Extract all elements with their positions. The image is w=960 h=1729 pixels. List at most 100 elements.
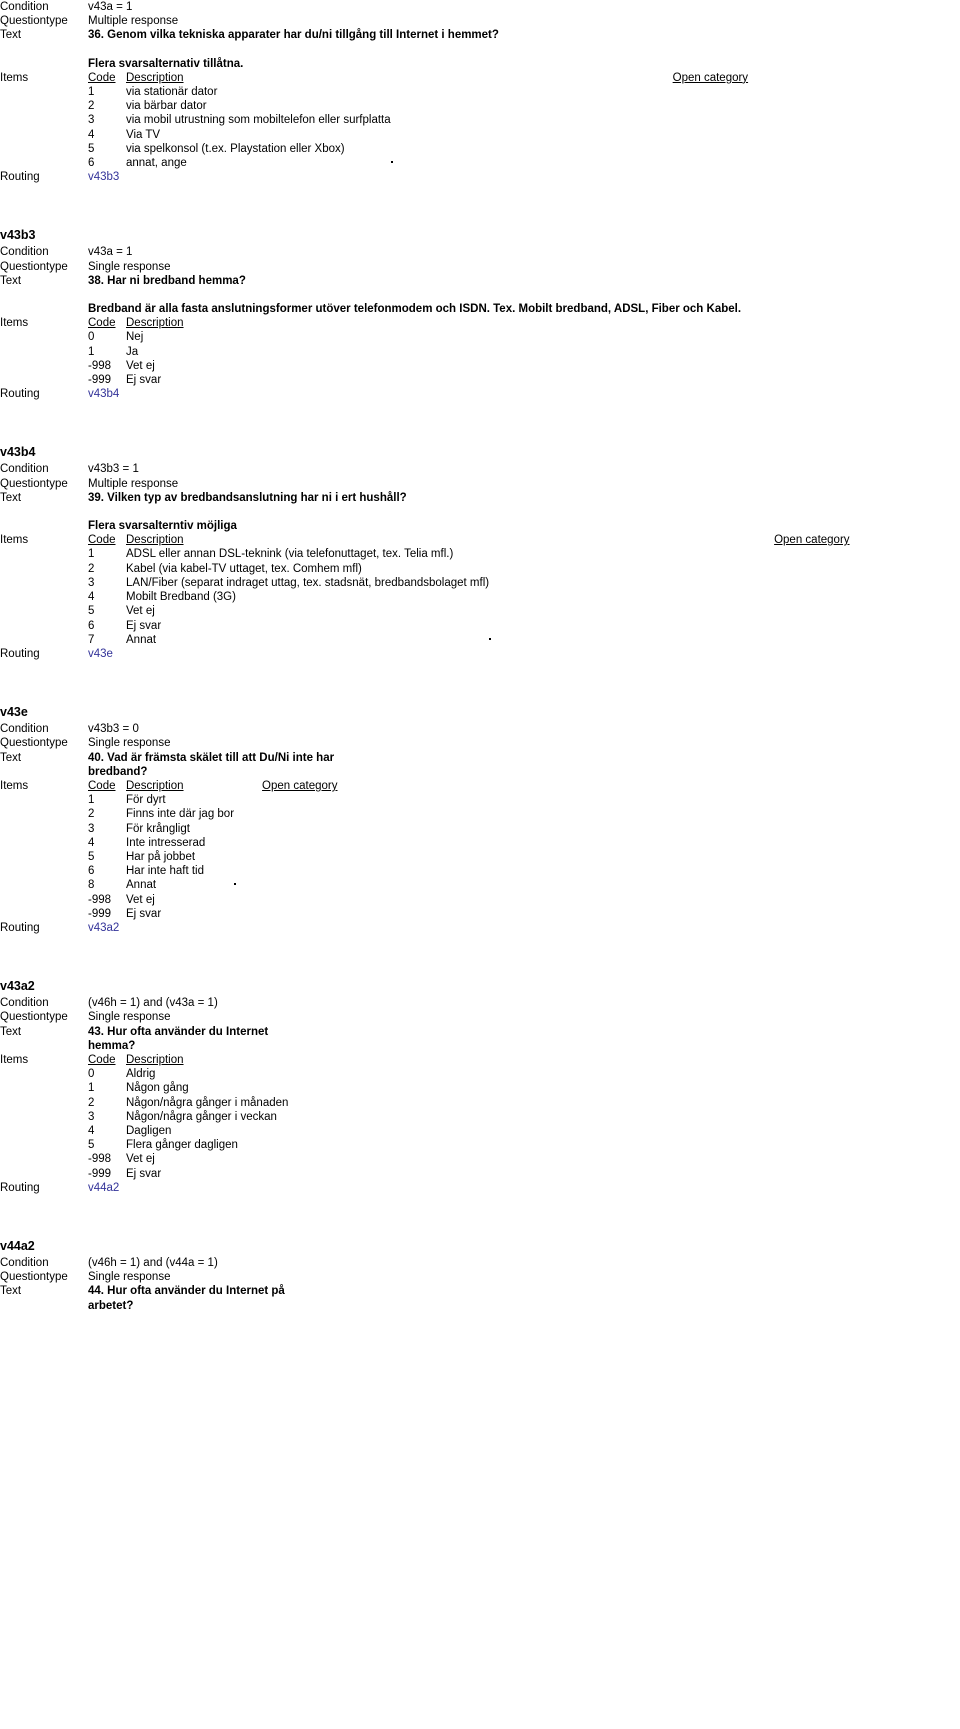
items-label: Items xyxy=(0,317,29,330)
table-row: 4 Via TV xyxy=(88,128,748,142)
item-open-cell xyxy=(391,99,748,113)
header-open-category: Open category xyxy=(774,534,850,547)
condition-row: Condition v43b3 = 1 xyxy=(0,462,960,476)
table-row: 3 Någon/några gånger i veckan xyxy=(88,1110,288,1124)
header-code: Code xyxy=(88,317,116,330)
header-code: Code xyxy=(88,779,116,792)
question-block-v43a-continued: Condition v43a = 1 Questiontype Multiple… xyxy=(0,0,960,184)
questiontype-value: Single response xyxy=(88,737,171,750)
item-code: 2 xyxy=(88,562,95,575)
header-description: Description xyxy=(126,71,184,84)
question-note: Flera svarsalternativ tillåtna. xyxy=(88,57,244,70)
text-label: Text xyxy=(0,29,22,42)
questiontype-row: Questiontype Single response xyxy=(0,736,960,750)
questiontype-value: Single response xyxy=(88,1271,171,1284)
item-code: 3 xyxy=(88,114,95,127)
question-block-v43e: v43e Condition v43b3 = 0 Questiontype Si… xyxy=(0,705,960,935)
routing-row: Routing v43b3 xyxy=(0,170,960,184)
items-label: Items xyxy=(0,71,29,84)
header-open-category: Open category xyxy=(672,71,749,84)
item-description: Ej svar xyxy=(126,374,162,387)
table-row: -999 Ej svar xyxy=(88,907,337,921)
items-table: Code Description 0 Nej 1 Ja -998 Vet ej … xyxy=(88,316,184,387)
items-header-row: Code Description xyxy=(88,1053,288,1067)
table-row: 2 via bärbar dator xyxy=(88,99,748,113)
item-code: -998 xyxy=(88,359,112,372)
table-row: 0 Nej xyxy=(88,330,184,344)
condition-value: v43a = 1 xyxy=(88,1,133,13)
item-description: Har på jobbet xyxy=(126,850,196,863)
item-code: 1 xyxy=(88,794,95,807)
text-label: Text xyxy=(0,491,22,504)
items-table: Code Description Open category 1 För dyr… xyxy=(88,779,337,921)
routing-target-link[interactable]: v43e xyxy=(88,647,960,661)
item-open-cell xyxy=(234,807,337,821)
open-category-dot-icon xyxy=(234,883,237,886)
item-code: -998 xyxy=(88,1153,112,1166)
routing-label: Routing xyxy=(0,388,40,401)
item-description: Annat xyxy=(126,879,157,892)
question-name-heading: v44a2 xyxy=(0,1239,35,1253)
questiontype-row: Questiontype Single response xyxy=(0,260,960,274)
item-code: 1 xyxy=(88,345,95,358)
condition-value: (v46h = 1) and (v43a = 1) xyxy=(88,997,218,1010)
routing-label: Routing xyxy=(0,921,40,934)
header-code: Code xyxy=(88,534,116,547)
item-description: Vet ej xyxy=(126,893,155,906)
item-code: -999 xyxy=(88,907,112,920)
table-row: 5 Har på jobbet xyxy=(88,850,337,864)
question-text: 40. Vad är främsta skälet till att Du/Ni… xyxy=(88,751,335,778)
table-row: 5 via spelkonsol (t.ex. Playstation elle… xyxy=(88,142,748,156)
questiontype-label: Questiontype xyxy=(0,1271,68,1284)
condition-value: (v46h = 1) and (v44a = 1) xyxy=(88,1257,218,1269)
routing-target-link[interactable]: v43b4 xyxy=(88,387,960,401)
table-row: 6 annat, ange xyxy=(88,156,748,170)
table-row: 1 Någon gång xyxy=(88,1081,288,1095)
question-block-v43b3: v43b3 Condition v43a = 1 Questiontype Si… xyxy=(0,228,960,401)
table-row: -999 Ej svar xyxy=(88,1167,288,1181)
item-code: 3 xyxy=(88,822,95,835)
routing-target-link[interactable]: v43a2 xyxy=(88,921,960,935)
items-label: Items xyxy=(0,779,29,792)
item-open-marker xyxy=(390,156,748,170)
open-category-dot-icon xyxy=(390,161,393,163)
question-block-v44a2: v44a2 Condition (v46h = 1) and (v44a = 1… xyxy=(0,1239,960,1313)
items-row: Items Code Description 0 Aldrig 1 Någon … xyxy=(0,1053,960,1181)
table-row: 6 Har inte haft tid xyxy=(88,864,337,878)
questiontype-value: Multiple response xyxy=(88,15,179,28)
open-category-dot-icon xyxy=(489,637,492,640)
item-description: via spelkonsol (t.ex. Playstation eller … xyxy=(126,142,345,155)
question-text: 36. Genom vilka tekniska apparater har d… xyxy=(88,29,499,42)
item-code: 2 xyxy=(88,100,95,113)
header-description: Description xyxy=(126,317,184,330)
item-description: Nej xyxy=(126,331,144,344)
item-open-cell xyxy=(234,864,337,878)
condition-row: Condition (v46h = 1) and (v43a = 1) xyxy=(0,996,960,1010)
item-code: 5 xyxy=(88,142,95,155)
question-text: 38. Har ni bredband hemma? xyxy=(88,274,246,287)
item-description: Ej svar xyxy=(126,907,162,920)
item-description: Ej svar xyxy=(126,619,162,632)
questiontype-label: Questiontype xyxy=(0,15,68,28)
note-row: Flera svarsalterntiv möjliga xyxy=(0,519,960,533)
items-header-row: Code Description xyxy=(88,316,184,330)
items-table: Code Description Open category 1 via sta… xyxy=(88,71,748,170)
items-label: Items xyxy=(0,534,29,547)
question-note: Flera svarsalterntiv möjliga xyxy=(88,520,237,533)
routing-target-link[interactable]: v44a2 xyxy=(88,1181,960,1195)
condition-row: Condition v43a = 1 xyxy=(0,0,960,14)
routing-row: Routing v43a2 xyxy=(0,921,960,935)
note-spacer xyxy=(0,57,88,71)
question-name-heading: v43b4 xyxy=(0,445,36,460)
routing-label: Routing xyxy=(0,647,40,660)
item-code: 1 xyxy=(88,1082,95,1095)
item-code: 4 xyxy=(88,836,95,849)
item-description: LAN/Fiber (separat indraget uttag, tex. … xyxy=(126,576,490,589)
item-description: Någon/några gånger i veckan xyxy=(126,1110,277,1123)
item-description: Ej svar xyxy=(126,1167,162,1180)
routing-target-link[interactable]: v43b3 xyxy=(88,170,960,184)
item-code: 5 xyxy=(88,605,95,618)
questiontype-label: Questiontype xyxy=(0,477,68,490)
note-row: Bredband är alla fasta anslutningsformer… xyxy=(0,302,960,316)
items-row: Items Code Description 0 Nej 1 Ja -998 V… xyxy=(0,316,960,387)
